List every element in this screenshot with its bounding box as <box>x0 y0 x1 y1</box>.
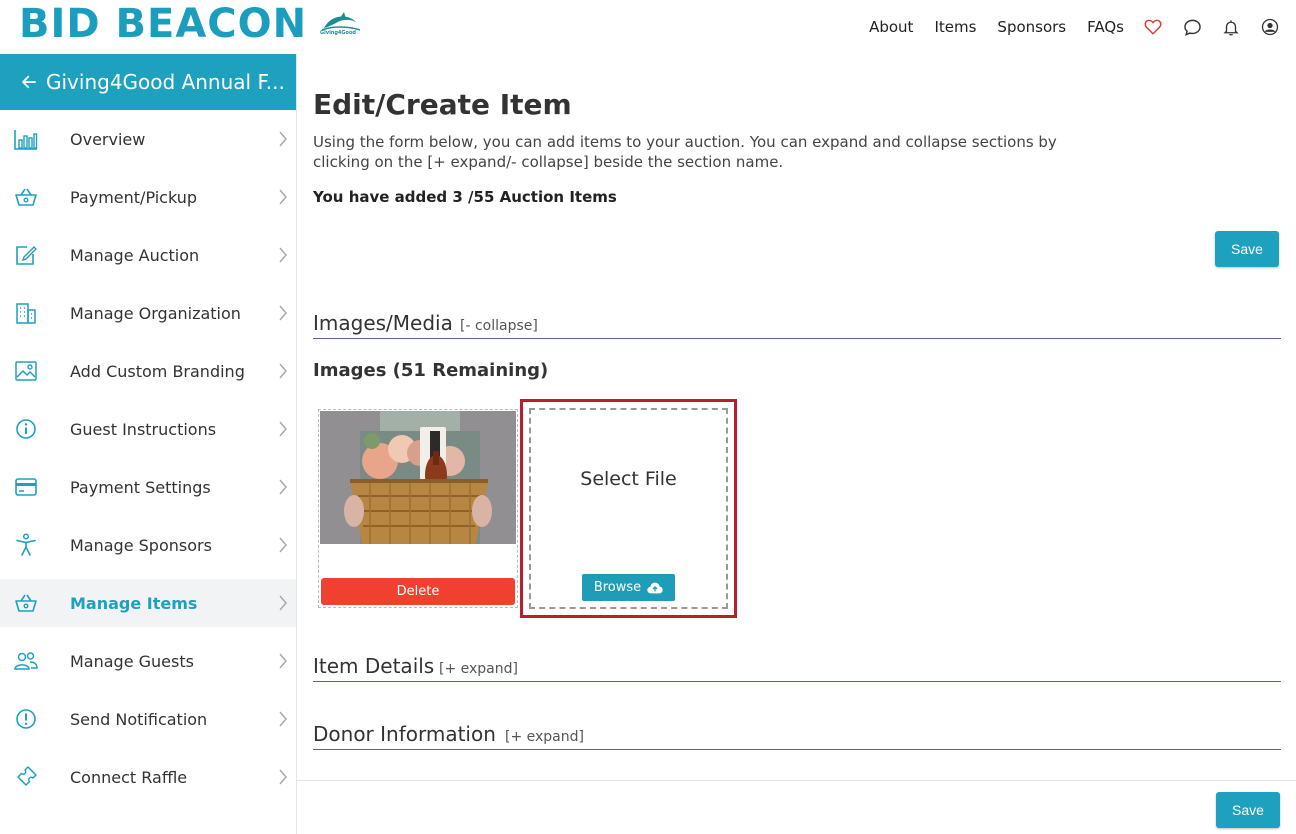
org-logo-text: Giving4Good <box>320 30 356 36</box>
credit-card-icon <box>14 475 38 499</box>
heart-icon[interactable] <box>1143 17 1163 37</box>
sidebar-item-label: Guest Instructions <box>70 419 217 439</box>
select-file-highlight: Select File Browse <box>520 399 737 618</box>
basket-icon <box>14 591 38 615</box>
chevron-right-icon <box>279 537 287 553</box>
chevron-right-icon <box>279 653 287 669</box>
sidebar-header[interactable]: Giving4Good Annual F... <box>0 54 296 110</box>
sidebar-item-manage-items[interactable]: Manage Items <box>0 579 296 627</box>
chat-icon[interactable] <box>1182 17 1202 37</box>
section-title: Item Details <box>313 654 435 678</box>
org-logo: Giving4Good <box>320 10 362 40</box>
sidebar-item-guest-instructions[interactable]: Guest Instructions <box>0 405 296 453</box>
item-image <box>320 411 516 544</box>
nav-sponsors[interactable]: Sponsors <box>997 18 1066 36</box>
nav-about[interactable]: About <box>869 18 913 36</box>
page-description: Using the form below, you can add items … <box>313 133 1057 171</box>
sidebar-item-manage-guests[interactable]: Manage Guests <box>0 637 296 685</box>
edit-icon <box>14 243 38 267</box>
chevron-right-icon <box>279 247 287 263</box>
save-button-bottom[interactable]: Save <box>1216 792 1280 828</box>
nav-items[interactable]: Items <box>934 18 976 36</box>
person-icon <box>14 533 38 557</box>
items-added-count: You have added 3 /55 Auction Items <box>313 188 617 206</box>
chevron-right-icon <box>279 189 287 205</box>
sidebar-item-label: Manage Auction <box>70 245 200 265</box>
section-donor-information: Donor Information [+ expand] <box>313 719 1281 750</box>
user-account-icon[interactable] <box>1260 17 1280 37</box>
select-file-dropzone[interactable]: Select File Browse <box>529 408 728 609</box>
collapse-toggle[interactable]: [- collapse] <box>460 318 538 334</box>
page-title: Edit/Create Item <box>313 88 572 121</box>
sidebar-item-overview[interactable]: Overview <box>0 115 296 163</box>
top-nav: About Items Sponsors FAQs <box>848 0 1280 54</box>
alert-icon <box>14 707 38 731</box>
select-file-label: Select File <box>580 468 677 490</box>
image-icon <box>14 359 38 383</box>
browse-button[interactable]: Browse <box>582 574 675 601</box>
sidebar-item-label: Manage Items <box>70 593 198 613</box>
chevron-right-icon <box>279 305 287 321</box>
sidebar-item-manage-organization[interactable]: Manage Organization <box>0 289 296 337</box>
sidebar-item-manage-sponsors[interactable]: Manage Sponsors <box>0 521 296 569</box>
bell-icon[interactable] <box>1221 17 1241 37</box>
cloud-upload-icon <box>647 582 663 593</box>
section-item-details: Item Details [+ expand] <box>313 651 1281 682</box>
image-thumbnail-card: Delete <box>318 409 518 608</box>
sidebar-item-connect-raffle[interactable]: Connect Raffle <box>0 753 296 801</box>
sidebar-item-payment-settings[interactable]: Payment Settings <box>0 463 296 511</box>
bar-chart-icon <box>14 127 38 151</box>
sidebar-item-label: Connect Raffle <box>70 767 188 787</box>
sidebar-item-label: Payment Settings <box>70 477 211 497</box>
chevron-right-icon <box>279 131 287 147</box>
section-images-media: Images/Media [- collapse] <box>313 308 1281 339</box>
images-remaining-label: Images (51 Remaining) <box>313 360 549 381</box>
nav-faqs[interactable]: FAQs <box>1087 18 1124 36</box>
sidebar: Giving4Good Annual F... Overview Payment… <box>0 54 297 834</box>
browse-label: Browse <box>593 580 642 595</box>
chevron-right-icon <box>279 479 287 495</box>
sidebar-item-label: Manage Guests <box>70 651 194 671</box>
sidebar-item-label: Send Notification <box>70 709 208 729</box>
sidebar-item-manage-auction[interactable]: Manage Auction <box>0 231 296 279</box>
ticket-icon <box>14 765 38 789</box>
sidebar-item-label: Overview <box>70 129 146 149</box>
building-icon <box>14 301 38 325</box>
top-header: BID BEACON Giving4Good About Items Spons… <box>0 0 1296 54</box>
save-button-top[interactable]: Save <box>1215 231 1279 267</box>
event-title: Giving4Good Annual F... <box>46 70 285 94</box>
chevron-right-icon <box>279 421 287 437</box>
users-icon <box>14 649 38 673</box>
info-icon <box>14 417 38 441</box>
logo-text: BID BEACON <box>19 1 308 47</box>
bid-beacon-logo[interactable]: BID BEACON <box>19 1 307 47</box>
chevron-right-icon <box>279 363 287 379</box>
sidebar-item-payment-pickup[interactable]: Payment/Pickup <box>0 173 296 221</box>
dolphin-icon <box>321 12 361 31</box>
sidebar-item-label: Add Custom Branding <box>70 361 245 381</box>
chevron-right-icon <box>279 769 287 785</box>
expand-toggle[interactable]: [+ expand] <box>505 729 584 745</box>
back-arrow-icon[interactable] <box>20 73 38 91</box>
chevron-right-icon <box>279 711 287 727</box>
footer-divider <box>297 780 1296 781</box>
sidebar-item-label: Manage Organization <box>70 303 241 323</box>
basket-icon <box>14 185 38 209</box>
section-title: Images/Media <box>313 311 453 335</box>
sidebar-item-label: Payment/Pickup <box>70 187 198 207</box>
sidebar-item-add-custom-branding[interactable]: Add Custom Branding <box>0 347 296 395</box>
sidebar-item-label: Manage Sponsors <box>70 535 212 555</box>
sidebar-item-send-notification[interactable]: Send Notification <box>0 695 296 743</box>
section-title: Donor Information <box>313 722 496 746</box>
chevron-right-icon <box>279 595 287 611</box>
expand-toggle[interactable]: [+ expand] <box>439 661 518 677</box>
delete-image-button[interactable]: Delete <box>321 578 515 605</box>
